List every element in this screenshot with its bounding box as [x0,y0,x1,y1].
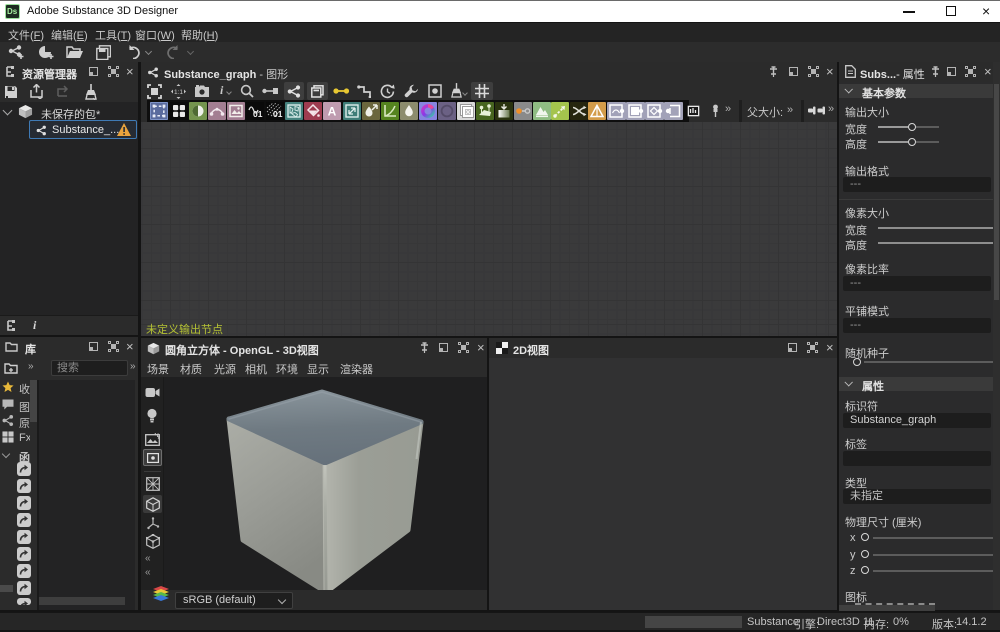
svg-text:01: 01 [253,109,263,119]
svg-text:A: A [328,105,337,119]
svg-text:1:1: 1:1 [174,89,183,96]
svg-text:01: 01 [273,109,283,119]
